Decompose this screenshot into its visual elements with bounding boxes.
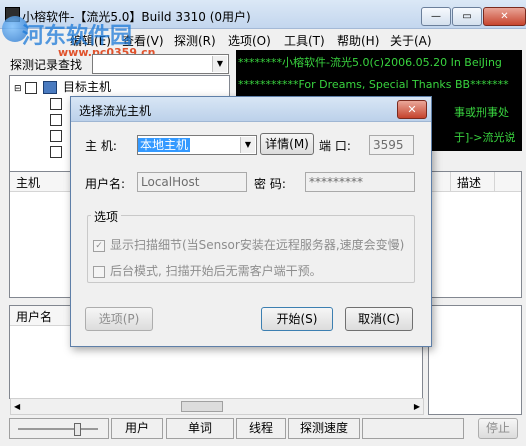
log-line: ********小榕软件-流光5.0(c)2006.05.20 In BeiJi… xyxy=(238,56,502,69)
tree-node[interactable] xyxy=(50,112,62,126)
checkbox-icon[interactable] xyxy=(93,265,105,278)
options-group-label: 选项 xyxy=(91,208,122,225)
tree-checkbox[interactable] xyxy=(50,113,62,126)
horizontal-scrollbar[interactable]: ◀ ▶ xyxy=(10,398,424,415)
column-separator xyxy=(494,172,495,191)
slider-track xyxy=(18,428,98,430)
host-combo[interactable]: 本地主机 ▼ xyxy=(137,135,257,155)
slider-thumb[interactable] xyxy=(74,423,81,436)
search-combo[interactable]: ▼ xyxy=(92,54,229,74)
port-label: 端 口: xyxy=(319,139,351,153)
password-label: 密 码: xyxy=(254,177,286,191)
host-value: 本地主机 xyxy=(138,138,191,152)
dialog-close-button[interactable]: ✕ xyxy=(397,100,427,119)
computer-icon xyxy=(43,81,58,94)
option-scan-details-label: 显示扫描细节(当Sensor安装在远程服务器,速度会变慢) xyxy=(110,238,405,252)
option-background-mode-label: 后台模式, 扫描开始后无需客户端干预。 xyxy=(110,264,322,278)
details-button[interactable]: 详情(M) xyxy=(260,133,314,155)
log-line: ***********For Dreams, Special Thanks BB… xyxy=(238,78,509,91)
maximize-button[interactable]: ▭ xyxy=(452,7,482,26)
tree-root[interactable]: ⊟ 目标主机 xyxy=(14,78,111,95)
host-label: 主 机: xyxy=(85,139,117,153)
cancel-button[interactable]: 取消(C) xyxy=(345,307,413,331)
options-button[interactable]: 选项(P) xyxy=(85,307,153,331)
username-field[interactable]: LocalHost xyxy=(137,172,247,192)
menu-help[interactable]: 帮助(H) xyxy=(337,32,379,49)
scroll-thumb[interactable] xyxy=(181,401,223,412)
port-field[interactable]: 3595 xyxy=(369,135,414,155)
password-field[interactable]: ********* xyxy=(305,172,415,192)
start-button[interactable]: 开始(S) xyxy=(261,307,333,331)
column-host[interactable]: 主机 xyxy=(16,174,40,191)
status-users: 用户 xyxy=(111,418,163,439)
tree-node[interactable] xyxy=(50,128,62,142)
dialog-title-bar: 选择流光主机 ✕ xyxy=(71,97,431,122)
close-button[interactable]: ✕ xyxy=(483,7,526,26)
option-background-mode[interactable]: 后台模式, 扫描开始后无需客户端干预。 xyxy=(93,262,322,279)
stop-button[interactable]: 停止 xyxy=(478,418,518,439)
search-label: 探测记录查找 xyxy=(10,58,83,72)
tree-node[interactable] xyxy=(50,96,62,110)
log-line: 事或刑事处 xyxy=(454,106,509,119)
status-speed: 探测速度 xyxy=(288,418,360,439)
tree-checkbox[interactable] xyxy=(50,129,62,142)
column-description[interactable]: 描述 xyxy=(457,174,481,191)
checkbox-checked-icon[interactable]: ✓ xyxy=(93,239,105,252)
menu-probe[interactable]: 探测(R) xyxy=(174,32,216,49)
menu-about[interactable]: 关于(A) xyxy=(390,32,432,49)
tree-checkbox[interactable] xyxy=(50,145,62,158)
select-host-dialog: 选择流光主机 ✕ 主 机: 本地主机 ▼ 详情(M) 端 口: 3595 用户名… xyxy=(70,96,432,347)
minimize-button[interactable]: — xyxy=(421,7,451,26)
tree-checkbox[interactable] xyxy=(25,81,38,94)
column-separator xyxy=(450,172,451,191)
chevron-down-icon[interactable]: ▼ xyxy=(240,137,255,153)
side-panel xyxy=(428,305,522,415)
menu-options[interactable]: 选项(O) xyxy=(228,32,271,49)
scroll-right-icon[interactable]: ▶ xyxy=(414,402,420,411)
chevron-down-icon[interactable]: ▼ xyxy=(212,56,227,72)
option-scan-details[interactable]: ✓ 显示扫描细节(当Sensor安装在远程服务器,速度会变慢) xyxy=(93,236,404,253)
status-threads: 线程 xyxy=(236,418,286,439)
column-username[interactable]: 用户名 xyxy=(16,308,52,325)
username-label: 用户名: xyxy=(85,177,126,191)
tree-node[interactable] xyxy=(50,144,62,158)
tree-root-label: 目标主机 xyxy=(63,80,112,94)
collapse-icon[interactable]: ⊟ xyxy=(14,84,22,94)
status-progress xyxy=(362,418,464,439)
speed-slider[interactable] xyxy=(9,418,109,439)
status-words: 单词 xyxy=(166,418,234,439)
menu-tools[interactable]: 工具(T) xyxy=(284,32,325,49)
tree-checkbox[interactable] xyxy=(50,97,62,110)
log-line: 于]->流光说 xyxy=(454,131,516,144)
dialog-title: 选择流光主机 xyxy=(79,104,152,118)
scroll-left-icon[interactable]: ◀ xyxy=(14,402,20,411)
